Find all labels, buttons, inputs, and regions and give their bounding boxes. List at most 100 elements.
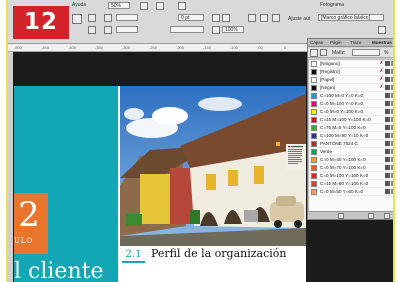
swatch-row[interactable]: C=75 M=5 Y=100 K=0: [309, 124, 393, 132]
fill-stroke-icon[interactable]: [310, 49, 318, 57]
ruler-tick-label: -350: [95, 45, 104, 50]
swatch-color-chip: [311, 141, 317, 147]
panel-tab-págin[interactable]: Págin: [330, 40, 342, 46]
swatch-color-chip: [311, 189, 317, 195]
section-heading-area[interactable]: 2.1 Perfil de la organización: [120, 246, 306, 282]
swatch-color-chip: [311, 125, 317, 131]
swatch-list: [Ninguno] ✗ [Registro] ✗ [Papel] ✗ [Negro] ✗ C=1…: [308, 59, 393, 217]
ruler-tick-label: -450: [41, 45, 50, 50]
ruler-tick-label: -250: [149, 45, 158, 50]
screenshot-frame: Ayuda 50% Fotograma 0 pt 100% Ajuste aut…: [6, 0, 395, 282]
swatch-color-chip: [311, 133, 317, 139]
swatch-row[interactable]: [Papel] ✗: [309, 76, 393, 84]
process-color-icon: [385, 173, 390, 178]
zoom-dropdown[interactable]: 50%: [108, 2, 130, 9]
swatch-name: C=0 M=40 Y=100 K=0: [320, 157, 366, 162]
cmyk-mode-icon: [391, 189, 393, 194]
arrange-docs-icon[interactable]: [178, 2, 186, 10]
show-all-swatches-icon[interactable]: [338, 213, 344, 219]
swatch-row[interactable]: [Negro] ✗: [309, 84, 393, 92]
zoom-value: 50%: [111, 3, 122, 9]
swatch-row[interactable]: C=0 M=40 Y=100 K=0: [309, 156, 393, 164]
cmyk-mode-icon: [391, 141, 393, 146]
stroke-weight-field[interactable]: 0 pt: [178, 14, 204, 21]
no-edit-icon: ✗: [379, 68, 384, 74]
cmyk-mode-icon: [391, 101, 393, 106]
select-container-icon[interactable]: [248, 14, 256, 22]
swatch-name: [Papel]: [320, 77, 335, 82]
swatch-row[interactable]: Verde: [309, 148, 393, 156]
panel-tab-muestras[interactable]: Muestras: [372, 40, 392, 46]
panel-tab-trazo[interactable]: Trazo: [350, 40, 361, 46]
object-style-dropdown[interactable]: [Marco gráfico básico]: [318, 14, 384, 21]
shear-angle-field[interactable]: [116, 26, 138, 33]
swatch-row[interactable]: [Registro] ✗: [309, 68, 393, 76]
swatch-name: C=0 M=100 Y=0 K=0: [320, 101, 364, 106]
swatch-row[interactable]: C=100 M=0 Y=0 K=0: [309, 92, 393, 100]
swatch-row[interactable]: C=0 M=100 Y=100 K=0: [309, 172, 393, 180]
swatch-row[interactable]: C=0 M=0 Y=100 K=0: [309, 108, 393, 116]
new-swatch-icon[interactable]: [368, 213, 374, 219]
help-menu[interactable]: Ayuda: [72, 2, 86, 8]
opacity-field[interactable]: 100%: [222, 26, 244, 33]
text-wrap-icon[interactable]: [260, 14, 268, 22]
panel-footer: [308, 211, 393, 219]
swatch-color-chip: [311, 149, 317, 155]
scale-x-icon[interactable]: [88, 14, 96, 22]
tint-field[interactable]: [352, 49, 380, 56]
swatch-row[interactable]: PANTONE 7624 C: [309, 140, 393, 148]
swatch-color-chip: [311, 165, 317, 171]
swatch-row[interactable]: C=15 M=100 Y=100 K=0: [309, 116, 393, 124]
cmyk-mode-icon: [391, 109, 393, 114]
auto-fit-checkbox[interactable]: Ajuste aut: [288, 16, 310, 22]
cmyk-mode-icon: [391, 133, 393, 138]
fit-frame-icon[interactable]: [222, 14, 230, 22]
center-content-icon[interactable]: [212, 26, 220, 34]
section-number: 2.1: [122, 249, 145, 263]
swatch-name: C=0 M=0 Y=100 K=0: [320, 109, 364, 114]
panel-menu-icon[interactable]: [378, 26, 386, 34]
horizontal-ruler: -500 -450 -400 -350 -300 -250 -200 -150 -100 -50 0: [8, 44, 308, 52]
swatch-row[interactable]: C=0 M=100 Y=0 K=0: [309, 100, 393, 108]
chapter-number-box[interactable]: 2 ULO: [14, 193, 48, 254]
scale-y-icon[interactable]: [88, 26, 96, 34]
swatch-name: C=15 M=100 Y=100 K=0: [320, 117, 371, 122]
swatch-name: Verde: [320, 149, 333, 154]
panel-tab-capas[interactable]: Capas: [310, 40, 323, 46]
swatch-name: C=100 M=0 Y=0 K=0: [320, 93, 364, 98]
swatch-row[interactable]: C=0 M=70 Y=100 K=0: [309, 164, 393, 172]
frame-workspace-menu[interactable]: Fotograma: [320, 2, 344, 8]
chapter-label: ULO: [14, 237, 34, 245]
cmyk-mode-icon: [391, 93, 393, 98]
hacienda-photo[interactable]: [120, 86, 306, 246]
stroke-type-dropdown[interactable]: [170, 26, 204, 33]
ruler-tick-label: -300: [122, 45, 131, 50]
swatch-name: C=15 M=80 Y=100 K=0: [320, 181, 369, 186]
reference-point-icon[interactable]: [72, 14, 82, 24]
process-color-icon: [385, 133, 390, 138]
delete-swatch-icon[interactable]: [384, 213, 390, 219]
shear-icon[interactable]: [104, 26, 112, 34]
swatch-row[interactable]: [Ninguno] ✗: [309, 60, 393, 68]
step-number-badge: 12: [13, 6, 69, 39]
hacienda-photo-illustration: [120, 86, 306, 246]
swatch-row[interactable]: C=100 M=90 Y=10 K=0: [309, 132, 393, 140]
swatch-color-chip: [311, 181, 317, 187]
chapter-number: 2: [18, 195, 40, 235]
view-options-icon[interactable]: [140, 2, 148, 10]
text-fill-icon[interactable]: [320, 49, 327, 56]
swatch-name: PANTONE 7624 C: [320, 141, 358, 146]
swatch-row[interactable]: C=15 M=80 Y=100 K=0: [309, 180, 393, 188]
stroke-weight-value: 0 pt: [181, 15, 190, 21]
swatch-color-chip: [311, 69, 317, 75]
process-color-icon: [385, 101, 390, 106]
swatch-row[interactable]: C=0 M=50 Y=60 K=0: [309, 188, 393, 196]
corner-options-icon[interactable]: [272, 14, 280, 22]
rotate-angle-field[interactable]: [116, 14, 138, 21]
fit-content-icon[interactable]: [212, 14, 220, 22]
rotate-icon[interactable]: [104, 14, 112, 22]
teal-sidebar-area[interactable]: 2 ULO l cliente: [14, 86, 118, 282]
teal-title-text: l cliente: [14, 259, 104, 282]
screen-mode-icon[interactable]: [156, 2, 164, 10]
swatch-color-chip: [311, 77, 317, 83]
